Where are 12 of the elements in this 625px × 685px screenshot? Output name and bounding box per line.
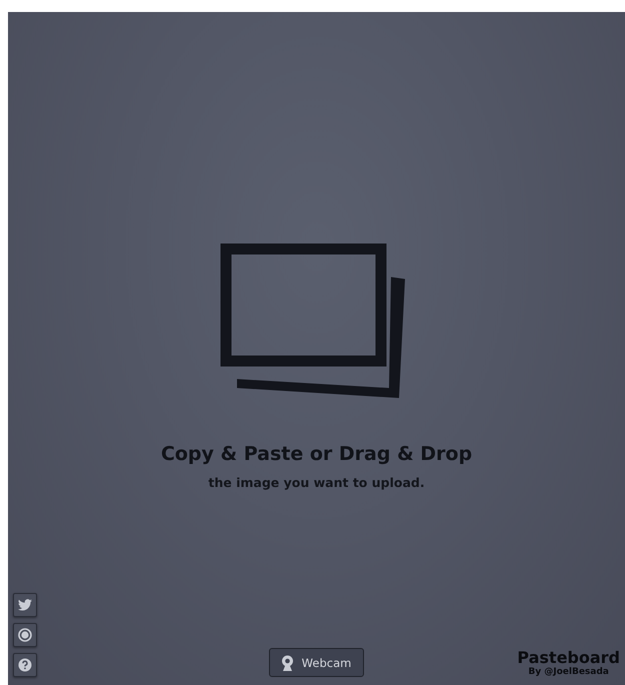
help-button[interactable] [13, 653, 37, 677]
twitter-button[interactable] [13, 593, 37, 617]
github-button[interactable] [13, 623, 37, 647]
webcam-button[interactable]: Webcam [268, 648, 364, 677]
drop-zone-background[interactable]: Copy & Paste or Drag & Drop the image you want to upload. Webcam Pasteboard By @JoelBesada [8, 12, 625, 685]
help-icon [18, 658, 32, 672]
drop-subheading: the image you want to upload. [208, 475, 425, 490]
bird-icon [18, 599, 32, 611]
brand-name: Pasteboard [517, 648, 620, 667]
webcam-icon [280, 654, 295, 670]
drop-heading: Copy & Paste or Drag & Drop [160, 443, 472, 465]
author-byline: By @JoelBesada [528, 667, 609, 677]
